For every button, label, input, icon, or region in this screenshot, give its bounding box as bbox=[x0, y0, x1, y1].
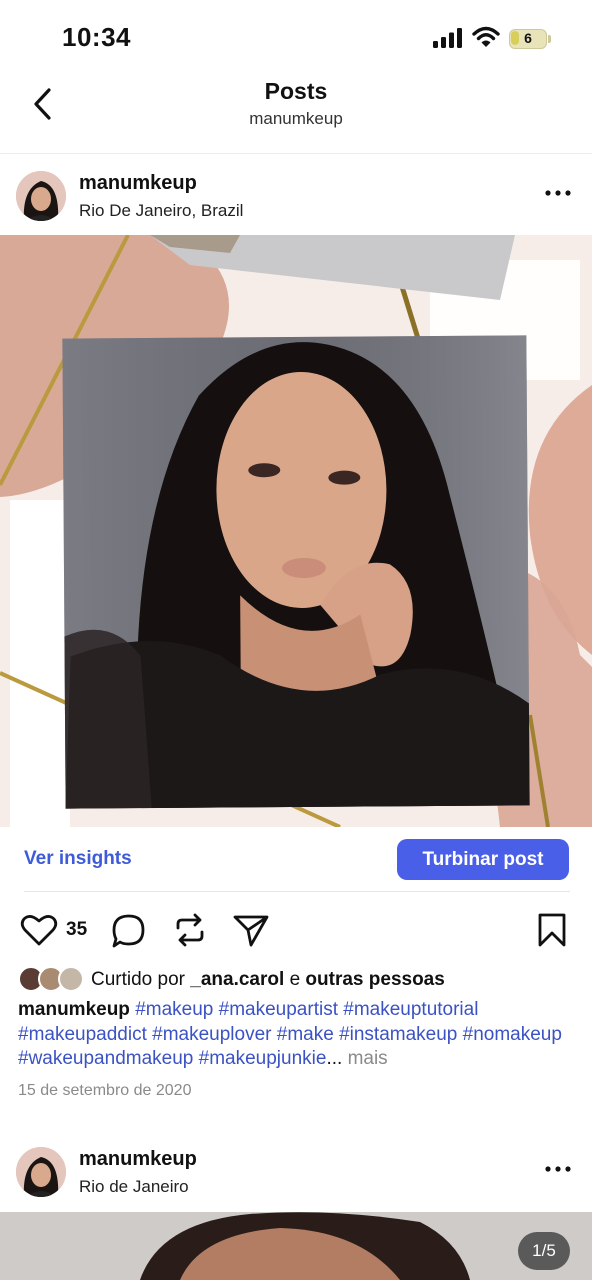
post-username[interactable]: manumkeup bbox=[79, 1148, 197, 1171]
like-count[interactable]: 35 bbox=[66, 919, 87, 941]
status-bar: 10:34 6 bbox=[0, 0, 592, 70]
boost-post-button[interactable]: Turbinar post bbox=[397, 839, 569, 880]
liked-by-row[interactable]: Curtido por _ana.carol e outras pessoas bbox=[18, 966, 578, 996]
cellular-signal-icon bbox=[433, 28, 462, 48]
insights-row: Ver insights Turbinar post bbox=[0, 830, 592, 892]
post-actions: 35 bbox=[0, 905, 592, 955]
page-header: Posts manumkeup bbox=[0, 70, 592, 154]
liked-by-user[interactable]: _ana.carol bbox=[190, 969, 284, 990]
post-location[interactable]: Rio De Janeiro, Brazil bbox=[79, 201, 243, 221]
liked-by-text: Curtido por _ana.carol e outras pessoas bbox=[91, 969, 445, 990]
battery-icon: 6 bbox=[509, 29, 551, 49]
divider bbox=[24, 891, 570, 892]
bookmark-icon[interactable] bbox=[536, 912, 568, 948]
image-counter-badge: 1/5 bbox=[518, 1232, 570, 1270]
avatar[interactable] bbox=[16, 171, 66, 221]
caption-more-link[interactable]: mais bbox=[348, 1048, 388, 1069]
post-image[interactable] bbox=[0, 235, 592, 827]
post-username[interactable]: manumkeup bbox=[79, 172, 197, 195]
caption-username[interactable]: manumkeup bbox=[18, 999, 130, 1020]
view-insights-link[interactable]: Ver insights bbox=[24, 848, 132, 870]
post-header: manumkeup Rio De Janeiro, Brazil bbox=[0, 155, 592, 235]
share-icon[interactable] bbox=[232, 911, 270, 949]
post-date: 15 de setembro de 2020 bbox=[18, 1082, 192, 1099]
liker-avatar bbox=[58, 966, 84, 992]
wifi-icon bbox=[472, 26, 500, 47]
avatar[interactable] bbox=[16, 1147, 66, 1197]
post-header: manumkeup Rio de Janeiro bbox=[0, 1131, 592, 1211]
caption-ellipsis: ... bbox=[326, 1048, 343, 1069]
page-title: Posts bbox=[264, 78, 328, 104]
battery-level: 6 bbox=[524, 30, 532, 46]
more-options-icon[interactable] bbox=[540, 1159, 576, 1179]
heart-icon[interactable] bbox=[20, 913, 58, 947]
page-subtitle: manumkeup bbox=[249, 109, 343, 128]
more-options-icon[interactable] bbox=[540, 183, 576, 203]
post-caption: manumkeup #makeup #makeupartist #makeupt… bbox=[18, 998, 578, 1072]
post-location[interactable]: Rio de Janeiro bbox=[79, 1177, 189, 1197]
comment-icon[interactable] bbox=[111, 913, 147, 949]
status-time: 10:34 bbox=[62, 22, 131, 52]
post-image[interactable] bbox=[0, 1212, 592, 1280]
liked-by-others[interactable]: outras pessoas bbox=[305, 969, 444, 990]
repost-icon[interactable] bbox=[172, 912, 208, 948]
